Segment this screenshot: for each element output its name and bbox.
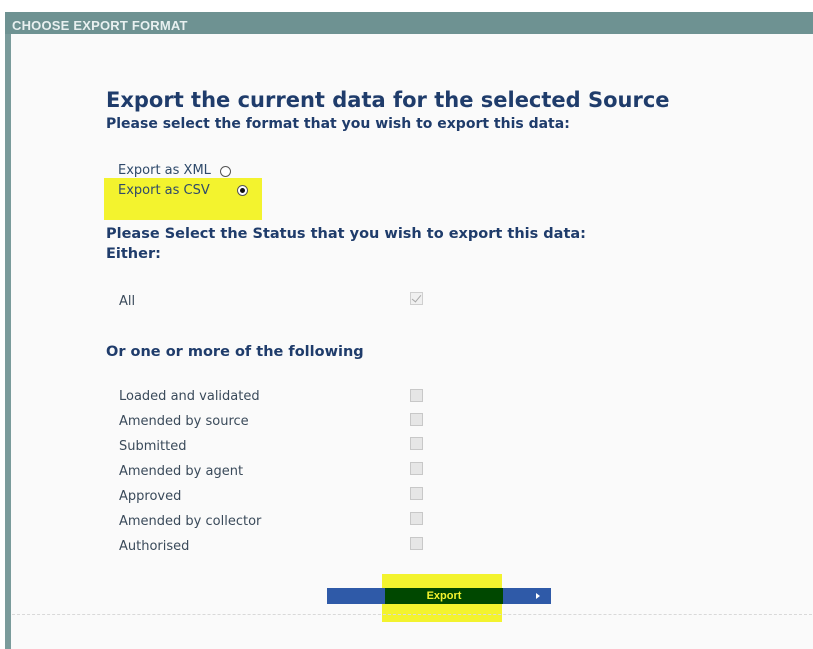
panel-title: CHOOSE EXPORT FORMAT [12,18,188,33]
status-checkbox-authorised[interactable] [410,537,423,550]
csv-radio[interactable] [237,185,248,196]
status-label-authorised: Authorised [119,539,190,554]
format-prompt: Please select the format that you wish t… [106,116,570,132]
status-prompt: Please Select the Status that you wish t… [106,226,586,242]
status-checkbox-loaded[interactable] [410,389,423,402]
or-heading: Or one or more of the following [106,344,364,360]
csv-option-label: Export as CSV [118,183,210,198]
all-label: All [119,294,136,309]
status-checkbox-amended-collector[interactable] [410,512,423,525]
chevron-right-icon [536,593,540,599]
status-label-amended-source: Amended by source [119,414,249,429]
status-checkbox-amended-agent[interactable] [410,462,423,475]
status-checkbox-amended-source[interactable] [410,413,423,426]
check-icon [411,292,422,303]
either-label: Either: [106,246,161,262]
status-checkbox-submitted[interactable] [410,437,423,450]
export-button[interactable]: Export [385,588,503,604]
status-checkbox-approved[interactable] [410,487,423,500]
status-label-approved: Approved [119,489,182,504]
status-label-submitted: Submitted [119,439,187,454]
divider [12,614,812,615]
xml-radio[interactable] [220,166,231,177]
xml-option-label: Export as XML [118,163,211,178]
status-label-amended-agent: Amended by agent [119,464,244,479]
all-checkbox[interactable] [410,292,423,305]
page-title: Export the current data for the selected… [106,88,670,112]
status-label-amended-collector: Amended by collector [119,514,262,529]
status-label-loaded: Loaded and validated [119,389,260,404]
